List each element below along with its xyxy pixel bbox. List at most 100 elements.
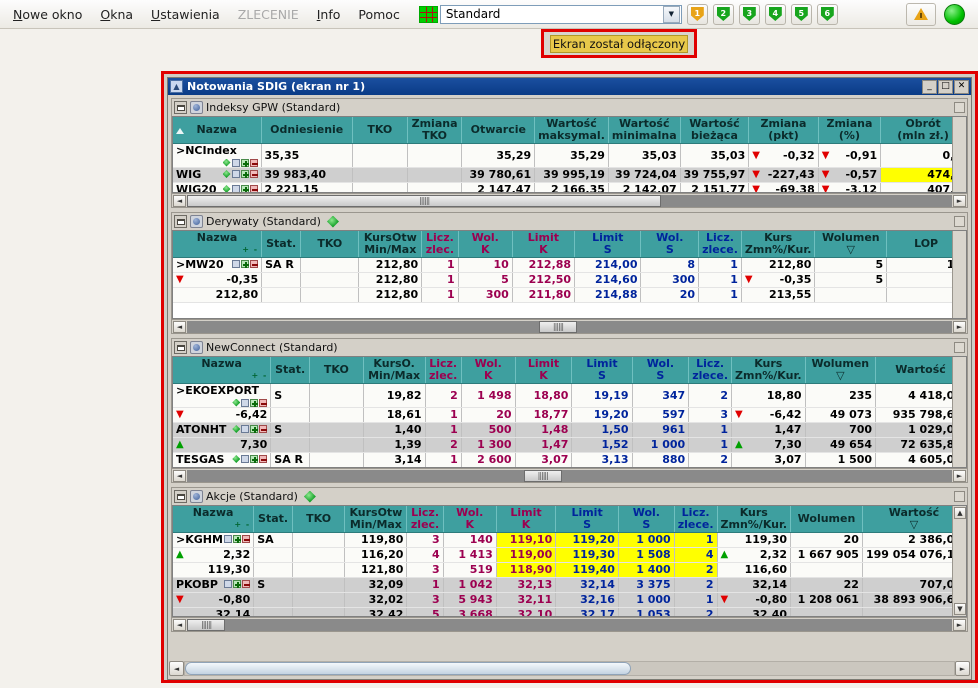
table-row[interactable]: ▼ -6,42 18,61 1 20 18,77 19,20 597 3 ▼ -6,42 49 073… [173, 407, 966, 423]
column-header-wol-[interactable]: Wol. K [461, 357, 516, 384]
column-header-wol-[interactable]: Wol. S [640, 231, 700, 258]
restore-icon[interactable] [174, 341, 187, 354]
row-marker-icons[interactable] [222, 183, 258, 192]
add-icon[interactable] [233, 580, 242, 588]
panel-vertical-scrollbar[interactable] [952, 357, 966, 467]
row-marker-icons[interactable] [222, 168, 258, 178]
column-header-wolumen[interactable]: Wolumen ▽ [805, 357, 877, 384]
screen-button-1[interactable]: 1 [686, 3, 708, 25]
expand-collapse-icon[interactable]: + - [242, 244, 258, 256]
table-row[interactable]: WIG 39 983,40 39 780,61 39 995,19 39 724,04 3… [173, 167, 966, 183]
column-header-wolumen[interactable]: Wolumen ▽ [814, 231, 888, 258]
column-header-kursotw[interactable]: KursOtw Min/Max [358, 231, 423, 258]
column-header-limit[interactable]: Limit K [512, 231, 576, 258]
remove-icon[interactable] [249, 158, 258, 166]
menu-item-nowe-okno[interactable]: Nowe okno [4, 4, 91, 25]
column-header-zmiana[interactable]: Zmiana TKO [407, 117, 463, 144]
add-icon[interactable] [240, 158, 249, 166]
remove-icon[interactable] [259, 425, 268, 433]
scroll-track[interactable]: |||||| [187, 618, 952, 631]
expand-collapse-icon[interactable]: + - [234, 519, 250, 531]
column-header-tko[interactable]: TKO [309, 357, 364, 384]
column-header-warto-[interactable]: Wartość ▽ [862, 506, 966, 533]
scroll-right-button[interactable]: ► [953, 194, 966, 207]
column-header-warto-[interactable]: Wartość bieżąca [680, 117, 750, 144]
profile-combo[interactable]: Standard ▼ [439, 4, 682, 24]
column-header-wol-[interactable]: Wol. S [632, 357, 690, 384]
scroll-up-button[interactable]: ▲ [954, 507, 966, 519]
screen-button-5[interactable]: 5 [790, 3, 812, 25]
remove-icon[interactable] [242, 580, 251, 588]
row-marker-icons[interactable] [232, 258, 259, 268]
column-header-tko[interactable]: TKO [300, 231, 360, 258]
screen-button-4[interactable]: 4 [764, 3, 786, 25]
column-header-kurso-[interactable]: KursO. Min/Max [363, 357, 426, 384]
column-header-odniesienie[interactable]: Odniesienie [261, 117, 353, 144]
row-marker-icons[interactable] [232, 453, 268, 463]
table-row[interactable]: >EKOEXPORT S 19,82 2 1 498 18,80 19,19 347 2 18,8… [173, 383, 966, 408]
column-header-kurs[interactable]: Kurs Zmn%/Kur. [717, 506, 792, 533]
column-header-limit[interactable]: Limit S [555, 506, 619, 533]
add-icon[interactable] [250, 398, 259, 406]
column-header-kurs[interactable]: Kurs Zmn%/Kur. [741, 231, 816, 258]
table-row[interactable]: ▼ -0,35 212,80 1 5 212,50 214,60 300 1 ▼ -0,35 5 [173, 272, 966, 288]
column-header-zmiana[interactable]: Zmiana (pkt) [748, 117, 819, 144]
scroll-right-button[interactable]: ► [955, 661, 970, 676]
column-header-licz-[interactable]: Licz. zlec. [421, 231, 459, 258]
scroll-track[interactable]: |||||| [187, 320, 952, 333]
add-icon[interactable] [241, 260, 250, 268]
scroll-thumb[interactable]: |||||| [523, 469, 562, 482]
remove-icon[interactable] [249, 185, 258, 192]
screen-button-6[interactable]: 6 [816, 3, 838, 25]
column-header-limit[interactable]: Limit K [515, 357, 573, 384]
column-header-zmiana[interactable]: Zmiana (%) [818, 117, 882, 144]
table-row[interactable]: 32,14 32,42 5 3 668 32,10 32,17 1 053 2 32,40 [173, 607, 966, 616]
window-title-bar[interactable]: ▲ Notowania SDIG (ekran nr 1) _ □ ✕ [168, 78, 971, 95]
panel-corner-button[interactable] [954, 216, 965, 227]
column-header-otwarcie[interactable]: Otwarcie [461, 117, 536, 144]
add-icon[interactable] [240, 185, 249, 192]
column-header-limit[interactable]: Limit S [571, 357, 633, 384]
panel-corner-button[interactable] [954, 342, 965, 353]
table-row[interactable]: PKOBP S 32,09 1 1 042 32,13 32,14 3 375 2 32,14 22… [173, 577, 966, 593]
column-header-warto-[interactable]: Wartość minimalna [608, 117, 681, 144]
column-header-limit[interactable]: Limit K [496, 506, 557, 533]
row-marker-icons[interactable] [224, 578, 251, 588]
scroll-track[interactable]: |||||| [187, 469, 952, 482]
column-header-wol-[interactable]: Wol. K [443, 506, 497, 533]
row-marker-icons[interactable] [232, 397, 268, 406]
warning-button[interactable] [906, 2, 936, 26]
expand-collapse-icon[interactable]: + - [251, 370, 267, 382]
menu-item-ustawienia[interactable]: Ustawienia [142, 4, 229, 25]
panel-horizontal-scrollbar[interactable]: ◄ |||||| ► [172, 319, 967, 333]
remove-icon[interactable] [249, 170, 258, 178]
scroll-track[interactable] [184, 661, 955, 676]
column-header-warto-[interactable]: Wartość maksymal. [534, 117, 609, 144]
scroll-right-button[interactable]: ► [953, 469, 966, 482]
column-header-stat-[interactable]: Stat. [270, 357, 311, 384]
add-icon[interactable] [250, 425, 259, 433]
restore-icon[interactable] [174, 490, 187, 503]
connection-status-indicator[interactable] [944, 3, 965, 25]
table-row[interactable]: TESGAS SA R 3,14 1 2 600 3,07 3,13 880 2 3,07 1 50… [173, 452, 966, 467]
scroll-left-button[interactable]: ◄ [173, 194, 186, 207]
remove-icon[interactable] [259, 398, 268, 406]
column-header-wol-[interactable]: Wol. K [458, 231, 513, 258]
scroll-thumb[interactable]: |||||| [538, 320, 578, 333]
column-header-nazwa[interactable]: Nazwa [173, 117, 262, 144]
info-icon[interactable] [190, 215, 203, 228]
window-horizontal-scrollbar[interactable]: ◄ ► [169, 660, 970, 677]
scroll-left-button[interactable]: ◄ [173, 469, 186, 482]
panel-vertical-scrollbar[interactable]: ▲ ▼ [952, 506, 966, 616]
panel-vertical-scrollbar[interactable] [952, 117, 966, 192]
scroll-left-button[interactable]: ◄ [169, 661, 184, 676]
column-header-tko[interactable]: TKO [292, 506, 346, 533]
scroll-thumb[interactable]: |||||| [187, 194, 662, 207]
scroll-track[interactable]: |||||| [187, 194, 952, 207]
column-header-nazwa[interactable]: Nazwa + - [173, 506, 255, 533]
column-header-licz-[interactable]: Licz. zlec. [406, 506, 444, 533]
screen-button-2[interactable]: 2 [712, 3, 734, 25]
panel-corner-button[interactable] [954, 491, 965, 502]
chevron-down-icon[interactable]: ▼ [662, 5, 680, 23]
row-marker-icons[interactable] [222, 157, 258, 166]
